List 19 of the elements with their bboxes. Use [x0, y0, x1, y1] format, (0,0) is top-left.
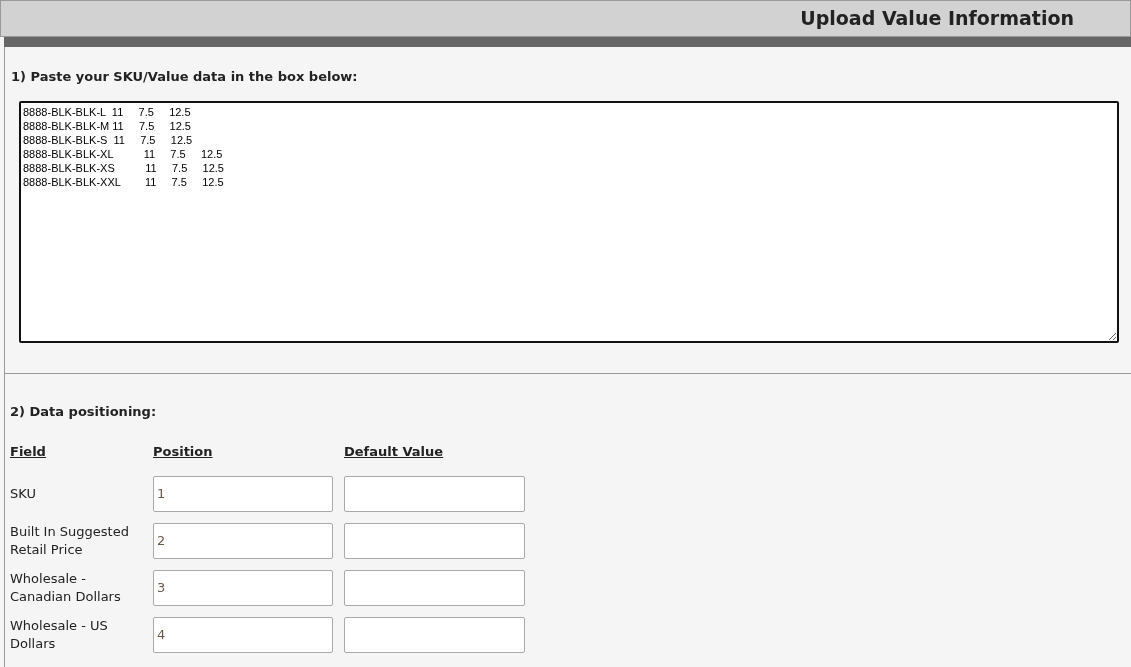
- column-heading: Default Value: [344, 443, 445, 461]
- default-value-input[interactable]: [344, 616, 525, 653]
- position-input[interactable]: 4: [153, 616, 333, 653]
- column-heading: Position: [153, 443, 214, 461]
- field-label: Wholesale - US Dollars: [10, 616, 109, 653]
- field-label: SKU: [10, 484, 37, 503]
- data-input-area[interactable]: 8888-BLK-BLK-L 11 7.5 12.5 8888-BLK-BLK-M 11 7.5 12.5 8888-BLK-BLK-S 11 7.5 12.5 8888-BLK-BLK-XL 11 7.5 12.5 8888-BLK-BLK-XS 11 7.5 12.5 8888-BLK-BLK-XXL 11 7.5 12.5: [19, 101, 1119, 343]
- section-heading: 1) Paste your SKU/Value data in the box below:: [11, 68, 359, 85]
- position-input[interactable]: 1: [153, 475, 333, 512]
- default-value-input[interactable]: [344, 475, 525, 512]
- column-heading: Field: [10, 443, 47, 461]
- default-value-input[interactable]: [344, 569, 525, 606]
- position-input[interactable]: 2: [153, 522, 333, 559]
- field-label: Wholesale - Canadian Dollars: [10, 569, 122, 606]
- page-title: Upload Value Information: [800, 6, 1074, 32]
- field-label: Built In Suggested Retail Price: [10, 522, 130, 559]
- section-heading: 2) Data positioning:: [10, 403, 158, 420]
- default-value-input[interactable]: [344, 522, 525, 559]
- position-input[interactable]: 3: [153, 569, 333, 606]
